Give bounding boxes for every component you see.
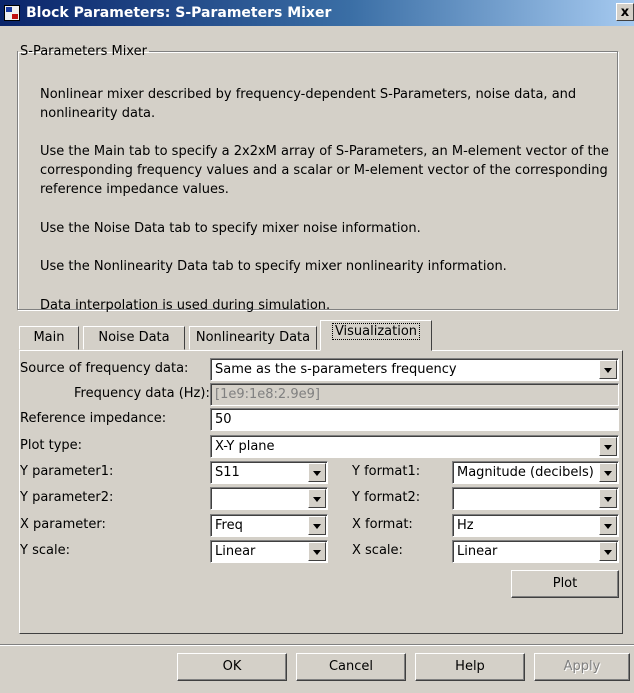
window-title: Block Parameters: S-Parameters Mixer [26,5,332,21]
tab-nonlinearity-data-label: Nonlinearity Data [195,330,311,345]
chevron-down-icon[interactable] [308,542,326,561]
y-scale-label: Y scale: [20,543,70,558]
apply-button[interactable]: Apply [534,653,630,681]
description-paragraph-4: Use the Nonlinearity Data tab to specify… [40,259,507,274]
x-parameter-label: X parameter: [20,517,106,532]
plot-button[interactable]: Plot [511,570,619,598]
description-group-title: S-Parameters Mixer [20,44,147,59]
y-parameter1-value: S11 [215,465,240,480]
plot-type-value: X-Y plane [215,439,275,454]
x-format-value: Hz [457,518,474,533]
y-format1-select[interactable]: Magnitude (decibels) [452,461,619,484]
chevron-down-icon[interactable] [599,489,617,508]
x-scale-value: Linear [457,544,498,559]
y-parameter2-label: Y parameter2: [20,490,114,505]
x-format-label: X format: [352,517,413,532]
description-paragraph-1: Nonlinear mixer described by frequency-d… [40,87,577,121]
reference-impedance-label: Reference impedance: [20,411,167,426]
source-frequency-label: Source of frequency data: [20,361,189,376]
tab-main[interactable]: Main [19,326,79,350]
source-frequency-value: Same as the s-parameters frequency [215,362,457,377]
y-format2-label: Y format2: [352,490,421,505]
chevron-down-icon[interactable] [599,437,617,456]
y-format1-value: Magnitude (decibels) [457,465,594,480]
simulink-block-icon [4,5,20,21]
chevron-down-icon[interactable] [599,360,617,379]
y-scale-value: Linear [215,544,256,559]
x-format-select[interactable]: Hz [452,514,619,537]
reference-impedance-input[interactable]: 50 [210,408,619,431]
tab-visualization-label: Visualization [331,323,421,340]
help-button[interactable]: Help [415,653,525,681]
title-bar: Block Parameters: S-Parameters Mixer x [0,0,634,26]
x-scale-select[interactable]: Linear [452,540,619,563]
tab-nonlinearity-data[interactable]: Nonlinearity Data [189,326,317,350]
frequency-data-label: Frequency data (Hz): [74,386,210,401]
y-format2-select[interactable] [452,487,619,510]
y-parameter2-select[interactable] [210,487,328,510]
chevron-down-icon[interactable] [308,463,326,482]
chevron-down-icon[interactable] [599,516,617,535]
description-paragraph-2: Use the Main tab to specify a 2x2xM arra… [40,144,609,197]
description-paragraph-3: Use the Noise Data tab to specify mixer … [40,221,421,236]
description-group: S-Parameters Mixer Nonlinear mixer descr… [17,44,618,313]
y-format1-label: Y format1: [352,464,421,479]
y-parameter1-label: Y parameter1: [20,464,114,479]
cancel-button[interactable]: Cancel [296,653,406,681]
x-parameter-select[interactable]: Freq [210,514,328,537]
chevron-down-icon[interactable] [308,489,326,508]
chevron-down-icon[interactable] [599,542,617,561]
chevron-down-icon[interactable] [599,463,617,482]
x-parameter-value: Freq [215,518,243,533]
visualization-panel: Source of frequency data: Same as the s-… [19,350,623,634]
ok-button[interactable]: OK [177,653,287,681]
footer-divider [0,644,634,646]
close-icon: x [620,4,630,20]
tab-noise-data[interactable]: Noise Data [83,326,185,350]
frequency-data-input[interactable]: [1e9:1e8:2.9e9] [210,383,619,406]
x-scale-label: X scale: [352,543,403,558]
close-button[interactable]: x [616,3,634,21]
description-paragraph-5: Data interpolation is used during simula… [40,298,331,313]
plot-type-select[interactable]: X-Y plane [210,435,619,458]
y-scale-select[interactable]: Linear [210,540,328,563]
tab-main-label: Main [33,330,65,345]
y-parameter1-select[interactable]: S11 [210,461,328,484]
source-frequency-select[interactable]: Same as the s-parameters frequency [210,358,619,381]
chevron-down-icon[interactable] [308,516,326,535]
plot-type-label: Plot type: [20,438,83,453]
tab-visualization[interactable]: Visualization [320,320,432,351]
tab-noise-data-label: Noise Data [98,330,170,345]
